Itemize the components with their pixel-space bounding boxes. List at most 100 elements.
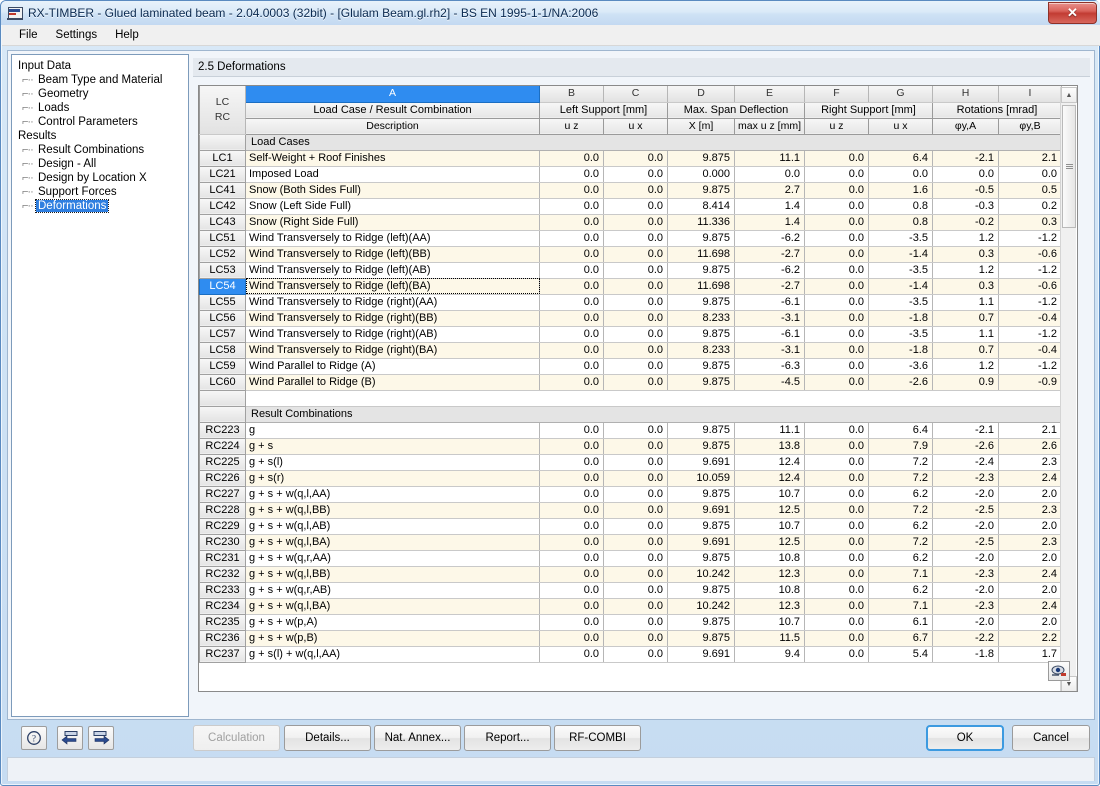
- sidebar-item-geometry[interactable]: ⌐·· Geometry: [22, 87, 188, 101]
- row-value-cell-ls_uz[interactable]: 0.0: [539, 614, 604, 631]
- row-value-cell-phiA[interactable]: 0.7: [932, 310, 999, 327]
- row-value-cell-ls_uz[interactable]: 0.0: [539, 374, 604, 391]
- table-row[interactable]: RC230 g + s + w(q,l,BA) 0.0 0.0 9.691 12.5 0.0…: [199, 533, 1062, 551]
- row-value-cell-rs_ux[interactable]: 1.6: [868, 182, 933, 199]
- row-value-cell-rs_uz[interactable]: 0.0: [804, 454, 869, 471]
- row-value-cell-phiB[interactable]: 2.2: [998, 630, 1062, 647]
- table-row[interactable]: RC237 g + s(l) + w(q,l,AA) 0.0 0.0 9.691 9.4 0…: [199, 645, 1062, 663]
- row-id-cell[interactable]: RC233: [199, 581, 246, 599]
- row-value-cell-rs_uz[interactable]: 0.0: [804, 326, 869, 343]
- row-id-cell[interactable]: LC54: [199, 277, 246, 295]
- row-description-cell[interactable]: Wind Transversely to Ridge (right)(BB): [245, 310, 540, 327]
- row-value-cell-ls_uz[interactable]: 0.0: [539, 438, 604, 455]
- row-value-cell-x[interactable]: 9.875: [667, 518, 735, 535]
- details-button[interactable]: Details...: [284, 725, 371, 751]
- column-letter-E[interactable]: E: [734, 86, 805, 103]
- row-value-cell-phiB[interactable]: 1.7: [998, 646, 1062, 663]
- row-value-cell-ls_uz[interactable]: 0.0: [539, 454, 604, 471]
- scroll-up-arrow[interactable]: ▲: [1061, 87, 1077, 103]
- table-row[interactable]: RC225 g + s(l) 0.0 0.0 9.691 12.4 0.0 7.2 -2.4 2.…: [199, 453, 1062, 471]
- sidebar-item-design-by-location-x[interactable]: ⌐·· Design by Location X: [22, 171, 188, 185]
- row-value-cell-rs_ux[interactable]: 7.2: [868, 502, 933, 519]
- row-value-cell-maxuz[interactable]: 12.4: [734, 470, 805, 487]
- row-value-cell-phiB[interactable]: -1.2: [998, 294, 1062, 311]
- row-value-cell-maxuz[interactable]: -6.2: [734, 230, 805, 247]
- index-column-header[interactable]: LC RC: [199, 86, 246, 135]
- row-value-cell-ls_ux[interactable]: 0.0: [603, 294, 668, 311]
- row-value-cell-maxuz[interactable]: -6.1: [734, 294, 805, 311]
- row-value-cell-phiB[interactable]: 2.0: [998, 518, 1062, 535]
- row-value-cell-rs_uz[interactable]: 0.0: [804, 374, 869, 391]
- row-description-cell[interactable]: Imposed Load: [245, 166, 540, 183]
- row-description-cell[interactable]: g + s + w(q,l,BB): [245, 566, 540, 583]
- row-value-cell-rs_ux[interactable]: 5.4: [868, 646, 933, 663]
- row-value-cell-rs_ux[interactable]: -3.5: [868, 230, 933, 247]
- row-value-cell-x[interactable]: 8.414: [667, 198, 735, 215]
- row-description-cell[interactable]: g + s(l) + w(q,l,AA): [245, 646, 540, 663]
- row-value-cell-ls_uz[interactable]: 0.0: [539, 262, 604, 279]
- row-value-cell-ls_uz[interactable]: 0.0: [539, 310, 604, 327]
- row-value-cell-rs_ux[interactable]: 7.1: [868, 566, 933, 583]
- row-description-cell[interactable]: g + s(r): [245, 470, 540, 487]
- row-description-cell[interactable]: g + s + w(q,r,AA): [245, 550, 540, 567]
- row-value-cell-ls_uz[interactable]: 0.0: [539, 214, 604, 231]
- row-value-cell-x[interactable]: 9.875: [667, 582, 735, 599]
- table-row[interactable]: LC58 Wind Transversely to Ridge (right)(B…: [199, 341, 1062, 359]
- report-button[interactable]: Report...: [464, 725, 551, 751]
- row-value-cell-ls_uz[interactable]: 0.0: [539, 166, 604, 183]
- table-row[interactable]: RC235 g + s + w(p,A) 0.0 0.0 9.875 10.7 0.0 6.1…: [199, 613, 1062, 631]
- ok-button[interactable]: OK: [926, 725, 1004, 751]
- row-description-cell[interactable]: g + s + w(q,l,AB): [245, 518, 540, 535]
- row-value-cell-rs_ux[interactable]: 0.8: [868, 198, 933, 215]
- row-value-cell-ls_ux[interactable]: 0.0: [603, 422, 668, 439]
- row-value-cell-rs_uz[interactable]: 0.0: [804, 358, 869, 375]
- row-value-cell-rs_ux[interactable]: 7.2: [868, 454, 933, 471]
- table-row[interactable]: RC229 g + s + w(q,l,AB) 0.0 0.0 9.875 10.7 0.0…: [199, 517, 1062, 535]
- row-value-cell-ls_ux[interactable]: 0.0: [603, 214, 668, 231]
- row-value-cell-phiA[interactable]: 1.1: [932, 326, 999, 343]
- row-value-cell-ls_uz[interactable]: 0.0: [539, 358, 604, 375]
- row-value-cell-phiB[interactable]: 2.0: [998, 582, 1062, 599]
- row-value-cell-ls_ux[interactable]: 0.0: [603, 614, 668, 631]
- row-value-cell-ls_ux[interactable]: 0.0: [603, 438, 668, 455]
- row-value-cell-x[interactable]: 9.875: [667, 550, 735, 567]
- column-letter-D[interactable]: D: [667, 86, 735, 103]
- table-row[interactable]: LC54 Wind Transversely to Ridge (left)(BA…: [199, 277, 1062, 295]
- row-value-cell-rs_ux[interactable]: -3.5: [868, 262, 933, 279]
- row-value-cell-ls_ux[interactable]: 0.0: [603, 630, 668, 647]
- row-value-cell-phiA[interactable]: 0.3: [932, 246, 999, 263]
- row-description-cell[interactable]: Wind Transversely to Ridge (right)(AA): [245, 294, 540, 311]
- row-value-cell-x[interactable]: 11.336: [667, 214, 735, 231]
- sidebar-item-beam-type-and-material[interactable]: ⌐·· Beam Type and Material: [22, 73, 188, 87]
- row-value-cell-rs_ux[interactable]: 6.2: [868, 550, 933, 567]
- row-description-cell[interactable]: Wind Parallel to Ridge (A): [245, 358, 540, 375]
- row-description-cell[interactable]: g + s + w(p,B): [245, 630, 540, 647]
- row-value-cell-ls_uz[interactable]: 0.0: [539, 566, 604, 583]
- row-description-cell[interactable]: Snow (Left Side Full): [245, 198, 540, 215]
- row-value-cell-maxuz[interactable]: -2.7: [734, 246, 805, 263]
- rf-combi-button[interactable]: RF-COMBI: [554, 725, 641, 751]
- row-id-cell[interactable]: RC225: [199, 453, 246, 471]
- row-value-cell-ls_uz[interactable]: 0.0: [539, 598, 604, 615]
- row-value-cell-phiA[interactable]: -2.5: [932, 534, 999, 551]
- row-value-cell-rs_ux[interactable]: 7.2: [868, 470, 933, 487]
- row-description-cell[interactable]: g + s + w(q,l,AA): [245, 486, 540, 503]
- row-value-cell-x[interactable]: 9.875: [667, 374, 735, 391]
- row-value-cell-ls_uz[interactable]: 0.0: [539, 150, 604, 167]
- sidebar-item-control-parameters[interactable]: ⌐·· Control Parameters: [22, 115, 188, 129]
- row-value-cell-phiB[interactable]: 2.3: [998, 534, 1062, 551]
- sidebar-item-result-combinations[interactable]: ⌐·· Result Combinations: [22, 143, 188, 157]
- row-value-cell-phiA[interactable]: -2.4: [932, 454, 999, 471]
- row-value-cell-maxuz[interactable]: 12.3: [734, 566, 805, 583]
- row-value-cell-x[interactable]: 11.698: [667, 246, 735, 263]
- row-value-cell-rs_ux[interactable]: 0.0: [868, 166, 933, 183]
- row-id-cell[interactable]: RC232: [199, 565, 246, 583]
- row-value-cell-maxuz[interactable]: -4.5: [734, 374, 805, 391]
- vertical-scrollbar[interactable]: ▲ ▼: [1060, 87, 1077, 691]
- row-value-cell-phiB[interactable]: 2.0: [998, 550, 1062, 567]
- row-value-cell-x[interactable]: 9.875: [667, 326, 735, 343]
- row-description-cell[interactable]: g + s + w(q,r,AB): [245, 582, 540, 599]
- row-value-cell-phiA[interactable]: 0.3: [932, 278, 999, 295]
- row-value-cell-phiA[interactable]: -2.0: [932, 550, 999, 567]
- table-row[interactable]: LC57 Wind Transversely to Ridge (right)(A…: [199, 325, 1062, 343]
